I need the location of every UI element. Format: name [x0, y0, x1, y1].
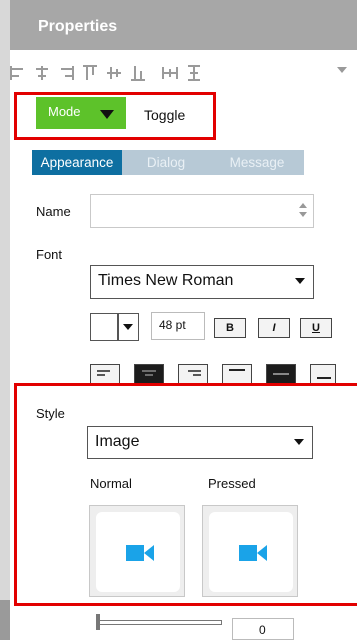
left-panel-strip-dark: [0, 600, 10, 640]
mode-dropdown-button[interactable]: Mode: [36, 97, 126, 129]
text-align-left-icon: [97, 370, 110, 376]
pressed-label: Pressed: [208, 476, 256, 491]
valign-bottom-icon: [317, 377, 331, 379]
text-align-right-button[interactable]: [178, 364, 208, 384]
tab-message[interactable]: Message: [210, 150, 304, 175]
font-size-input[interactable]: 48 pt: [151, 312, 205, 340]
more-chevron-icon[interactable]: [337, 67, 347, 73]
underline-button[interactable]: U: [300, 318, 332, 338]
caret-down-icon: [123, 324, 133, 330]
tab-dialog[interactable]: Dialog: [122, 150, 210, 175]
italic-button[interactable]: I: [258, 318, 290, 338]
text-align-center-button[interactable]: [134, 364, 164, 384]
align-right-icon[interactable]: [58, 65, 74, 81]
slider-track[interactable]: [96, 620, 222, 625]
properties-header: Properties: [10, 0, 357, 50]
caret-down-icon: [295, 278, 305, 284]
align-top-icon[interactable]: [82, 65, 98, 81]
valign-bottom-button[interactable]: [310, 364, 336, 384]
pressed-image-tile[interactable]: [202, 505, 298, 597]
normal-image-tile[interactable]: [89, 505, 185, 597]
text-align-center-icon: [142, 370, 156, 376]
align-center-icon[interactable]: [34, 65, 50, 81]
text-align-right-icon: [188, 370, 201, 376]
name-spinner[interactable]: [299, 203, 307, 221]
distribute-vertical-icon[interactable]: [186, 65, 202, 81]
style-highlight: [14, 383, 357, 606]
style-select[interactable]: Image: [87, 426, 313, 459]
video-camera-icon: [239, 545, 267, 561]
style-label: Style: [36, 406, 65, 421]
mode-value: Toggle: [144, 107, 186, 123]
mode-label: Mode: [48, 104, 81, 119]
name-field[interactable]: [90, 194, 314, 228]
font-label: Font: [36, 247, 63, 262]
align-left-icon[interactable]: [10, 65, 26, 81]
tab-appearance[interactable]: Appearance: [32, 150, 122, 175]
style-value: Image: [95, 433, 140, 450]
property-tabs: Appearance Dialog Message: [32, 150, 304, 175]
font-family-value: Times New Roman: [98, 272, 234, 289]
caret-down-icon: [294, 439, 304, 445]
align-toolbar: [10, 55, 357, 91]
font-family-select[interactable]: Times New Roman: [90, 265, 314, 299]
valign-top-icon: [229, 369, 245, 371]
align-bottom-icon[interactable]: [130, 65, 146, 81]
name-label: Name: [36, 204, 71, 219]
caret-down-icon: [100, 110, 114, 119]
valign-middle-icon: [273, 373, 289, 375]
valign-middle-button[interactable]: [266, 364, 296, 384]
valign-top-button[interactable]: [222, 364, 252, 384]
font-color-swatch[interactable]: [90, 313, 118, 341]
slider-value-input[interactable]: 0: [232, 618, 294, 640]
slider-thumb[interactable]: [96, 614, 100, 630]
left-panel-strip: [0, 0, 10, 640]
normal-image-preview: [96, 512, 180, 592]
align-middle-icon[interactable]: [106, 65, 122, 81]
video-camera-icon: [126, 545, 154, 561]
font-color-dropdown[interactable]: [118, 313, 139, 341]
pressed-image-preview: [209, 512, 293, 592]
panel-title: Properties: [38, 18, 118, 35]
spinner-up-icon[interactable]: [299, 203, 307, 208]
bold-button[interactable]: B: [214, 318, 246, 338]
normal-label: Normal: [90, 476, 132, 491]
spinner-down-icon[interactable]: [299, 212, 307, 217]
distribute-horizontal-icon[interactable]: [162, 65, 178, 81]
text-align-left-button[interactable]: [90, 364, 120, 384]
